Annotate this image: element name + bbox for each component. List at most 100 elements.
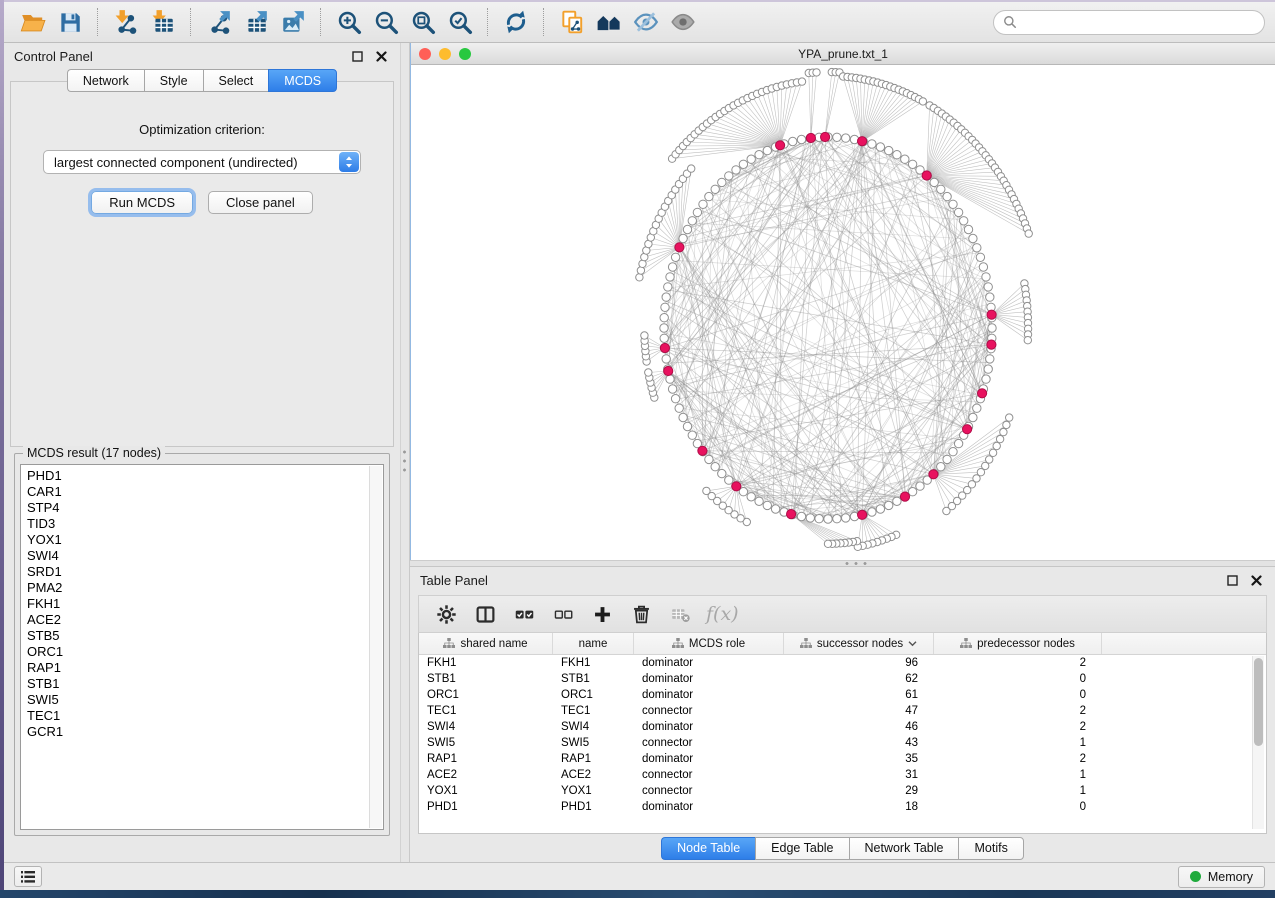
column-header-predecessor-nodes[interactable]: predecessor nodes	[934, 633, 1102, 654]
cell-shared-name[interactable]: YOX1	[419, 785, 553, 797]
mcds-result-item[interactable]: GCR1	[27, 724, 369, 740]
import-network-button[interactable]	[107, 7, 144, 38]
mcds-result-item[interactable]: STB1	[27, 676, 369, 692]
cell-MCDS-role[interactable]: dominator	[634, 801, 784, 813]
new-network-from-selection-button[interactable]	[553, 7, 590, 38]
minimize-window-icon[interactable]	[439, 48, 451, 60]
mcds-result-item[interactable]: TEC1	[27, 708, 369, 724]
search-box[interactable]	[993, 10, 1265, 35]
cell-shared-name[interactable]: FKH1	[419, 657, 553, 669]
cell-name[interactable]: STB1	[553, 673, 634, 685]
result-list-scrollbar[interactable]	[369, 466, 382, 828]
mcds-result-item[interactable]: FKH1	[27, 596, 369, 612]
add-column-button[interactable]	[585, 599, 619, 629]
tab-node-table[interactable]: Node Table	[661, 837, 755, 860]
cell-successor-nodes[interactable]: 35	[784, 753, 934, 765]
save-session-button[interactable]	[51, 7, 88, 38]
cell-shared-name[interactable]: ORC1	[419, 689, 553, 701]
cell-MCDS-role[interactable]: connector	[634, 737, 784, 749]
cell-shared-name[interactable]: RAP1	[419, 753, 553, 765]
cell-name[interactable]: YOX1	[553, 785, 634, 797]
cell-predecessor-nodes[interactable]: 2	[934, 705, 1102, 717]
cell-name[interactable]: SWI4	[553, 721, 634, 733]
mcds-result-item[interactable]: ACE2	[27, 612, 369, 628]
mcds-result-item[interactable]: CAR1	[27, 484, 369, 500]
table-row[interactable]: YOX1YOX1connector291	[419, 783, 1266, 799]
select-all-checks-button[interactable]	[507, 599, 541, 629]
cell-shared-name[interactable]: STB1	[419, 673, 553, 685]
tab-mcds[interactable]: MCDS	[268, 69, 337, 92]
zoom-selected-button[interactable]	[441, 7, 478, 38]
cell-name[interactable]: ORC1	[553, 689, 634, 701]
close-mcds-panel-button[interactable]: Close panel	[208, 191, 313, 214]
tab-select[interactable]: Select	[203, 69, 269, 92]
close-panel-button[interactable]	[373, 48, 390, 65]
open-session-button[interactable]	[14, 7, 51, 38]
memory-button[interactable]: Memory	[1178, 866, 1265, 888]
cell-predecessor-nodes[interactable]: 1	[934, 769, 1102, 781]
cell-name[interactable]: FKH1	[553, 657, 634, 669]
cell-successor-nodes[interactable]: 43	[784, 737, 934, 749]
network-graph[interactable]	[411, 65, 1275, 559]
zoom-window-icon[interactable]	[459, 48, 471, 60]
cell-MCDS-role[interactable]: connector	[634, 785, 784, 797]
zoom-out-button[interactable]	[367, 7, 404, 38]
cell-successor-nodes[interactable]: 29	[784, 785, 934, 797]
cell-MCDS-role[interactable]: dominator	[634, 721, 784, 733]
vertical-splitter[interactable]	[400, 43, 410, 862]
mcds-result-item[interactable]: TID3	[27, 516, 369, 532]
clear-all-checks-button[interactable]	[546, 599, 580, 629]
mcds-result-list[interactable]: PHD1CAR1STP4TID3YOX1SWI4SRD1PMA2FKH1ACE2…	[20, 464, 384, 830]
zoom-in-button[interactable]	[330, 7, 367, 38]
horizontal-splitter[interactable]	[410, 560, 1275, 567]
column-header-MCDS-role[interactable]: MCDS role	[634, 633, 784, 654]
cell-successor-nodes[interactable]: 18	[784, 801, 934, 813]
table-row[interactable]: SWI5SWI5connector431	[419, 735, 1266, 751]
cell-shared-name[interactable]: TEC1	[419, 705, 553, 717]
cell-MCDS-role[interactable]: dominator	[634, 753, 784, 765]
mcds-result-item[interactable]: YOX1	[27, 532, 369, 548]
cell-shared-name[interactable]: PHD1	[419, 801, 553, 813]
cell-name[interactable]: SWI5	[553, 737, 634, 749]
column-header-shared-name[interactable]: shared name	[419, 633, 553, 654]
mcds-result-item[interactable]: SRD1	[27, 564, 369, 580]
cell-shared-name[interactable]: SWI5	[419, 737, 553, 749]
export-table-button[interactable]	[237, 7, 274, 38]
cell-MCDS-role[interactable]: dominator	[634, 689, 784, 701]
show-all-button[interactable]	[664, 7, 701, 38]
first-neighbors-button[interactable]	[590, 7, 627, 38]
table-row[interactable]: TEC1TEC1connector472	[419, 703, 1266, 719]
mcds-result-item[interactable]: RAP1	[27, 660, 369, 676]
table-row[interactable]: RAP1RAP1dominator352	[419, 751, 1266, 767]
export-network-button[interactable]	[200, 7, 237, 38]
mcds-result-item[interactable]: ORC1	[27, 644, 369, 660]
hide-selected-button[interactable]	[627, 7, 664, 38]
table-row[interactable]: STB1STB1dominator620	[419, 671, 1266, 687]
cell-shared-name[interactable]: ACE2	[419, 769, 553, 781]
import-table-button[interactable]	[144, 7, 181, 38]
tab-motifs[interactable]: Motifs	[958, 837, 1023, 860]
tab-network[interactable]: Network	[67, 69, 144, 92]
cell-predecessor-nodes[interactable]: 2	[934, 753, 1102, 765]
cell-MCDS-role[interactable]: dominator	[634, 673, 784, 685]
cell-predecessor-nodes[interactable]: 2	[934, 721, 1102, 733]
cell-name[interactable]: PHD1	[553, 801, 634, 813]
tab-style[interactable]: Style	[144, 69, 203, 92]
table-row[interactable]: ACE2ACE2connector311	[419, 767, 1266, 783]
cell-successor-nodes[interactable]: 62	[784, 673, 934, 685]
table-row[interactable]: ORC1ORC1dominator610	[419, 687, 1266, 703]
mcds-result-item[interactable]: SWI5	[27, 692, 369, 708]
cell-successor-nodes[interactable]: 46	[784, 721, 934, 733]
cell-MCDS-role[interactable]: connector	[634, 705, 784, 717]
zoom-fit-button[interactable]	[404, 7, 441, 38]
search-input[interactable]	[1023, 14, 1255, 31]
cell-successor-nodes[interactable]: 61	[784, 689, 934, 701]
cell-name[interactable]: TEC1	[553, 705, 634, 717]
close-window-icon[interactable]	[419, 48, 431, 60]
table-row[interactable]: SWI4SWI4dominator462	[419, 719, 1266, 735]
cell-shared-name[interactable]: SWI4	[419, 721, 553, 733]
cell-successor-nodes[interactable]: 96	[784, 657, 934, 669]
cell-name[interactable]: RAP1	[553, 753, 634, 765]
tab-edge-table[interactable]: Edge Table	[755, 837, 848, 860]
table-scrollbar-thumb[interactable]	[1254, 658, 1263, 746]
